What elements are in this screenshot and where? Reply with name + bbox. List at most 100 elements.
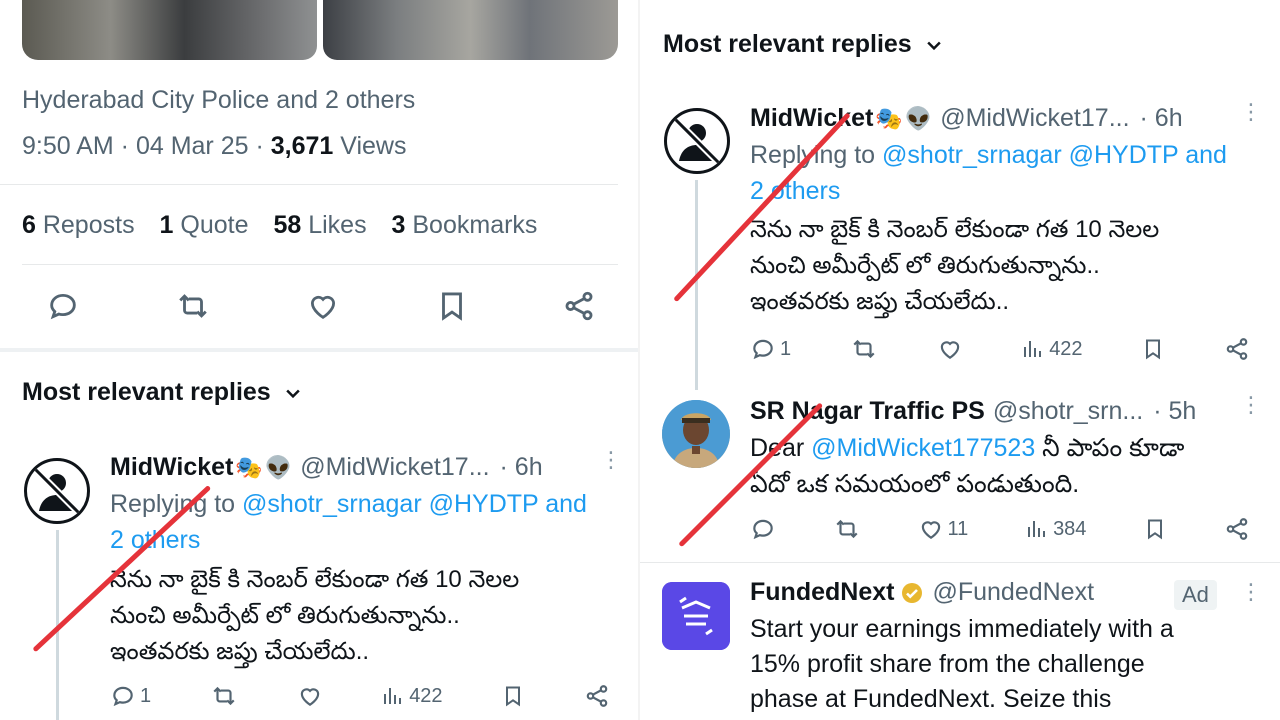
quote-stat[interactable]: 1 Quote: [160, 211, 249, 239]
fundednext-logo-icon: [662, 582, 730, 650]
views-button[interactable]: 422: [381, 684, 443, 708]
author-name[interactable]: MidWicket: [750, 104, 873, 133]
reply-button[interactable]: [46, 289, 80, 323]
masks-emoji-icon: 🎭: [875, 106, 903, 131]
bookmark-button[interactable]: [1141, 336, 1165, 362]
alien-emoji-icon: 👽: [904, 106, 933, 131]
tweet-media-row: [22, 0, 618, 60]
heart-icon: [921, 521, 940, 539]
heart-icon: [300, 688, 319, 706]
reply-button[interactable]: 1: [110, 683, 151, 709]
police-officer-avatar-icon: [662, 400, 730, 468]
bookmark-icon: [506, 686, 521, 707]
reply-header: MidWicket 🎭 👽 @MidWicket17... · 6h: [750, 104, 1183, 133]
more-options-icon[interactable]: ⋮: [1240, 394, 1262, 416]
repost-button[interactable]: [850, 336, 878, 362]
reply-icon: [113, 686, 133, 707]
like-button[interactable]: [937, 336, 963, 362]
tweet-timestamp: 9:50 AM · 04 Mar 25 · 3,671 Views: [22, 132, 406, 161]
avatar[interactable]: [662, 400, 730, 468]
reply-button[interactable]: [750, 516, 776, 542]
heart-icon: [940, 341, 959, 359]
reply-count: 1: [780, 337, 792, 360]
mention-link[interactable]: @MidWicket177523: [811, 434, 1035, 462]
author-handle[interactable]: @FundedNext: [932, 578, 1094, 607]
views-button[interactable]: 384: [1025, 517, 1086, 541]
views-button[interactable]: 422: [1021, 337, 1083, 361]
bookmark-button[interactable]: [435, 288, 469, 324]
avatar[interactable]: [662, 582, 730, 650]
tweet-image-2[interactable]: [323, 0, 618, 60]
divider: [0, 184, 618, 185]
section-divider: [0, 348, 640, 352]
reply-text: నెను నా బైక్ కి నెంబర్ లేకుండా గత 10 నెల…: [110, 562, 630, 670]
quote-label: Quote: [173, 211, 249, 239]
quote-count: 1: [159, 211, 174, 239]
replying-to-mentions[interactable]: @shotr_srnagar @HYDTP and: [242, 490, 587, 518]
no-person-avatar-icon: [32, 466, 82, 516]
tweet-time: 9:50 AM · 04 Mar 25 ·: [22, 132, 271, 160]
author-name[interactable]: SR Nagar Traffic PS: [750, 397, 985, 426]
analytics-icon: [1024, 341, 1042, 357]
share-icon: [1226, 338, 1248, 360]
likes-count: 11: [947, 517, 969, 540]
reply-action-bar: 11 384: [750, 516, 1250, 542]
reply-text-line: నుంచి అమీర్పేట్ లో తిరుగుతున్నాను..: [750, 252, 1100, 279]
chevron-down-icon: [286, 389, 300, 398]
likes-stat[interactable]: 58 Likes: [273, 211, 366, 239]
share-button[interactable]: [584, 683, 610, 709]
share-button[interactable]: [1224, 336, 1250, 362]
share-button[interactable]: [1224, 516, 1250, 542]
tweet-image-1[interactable]: [22, 0, 317, 60]
like-button[interactable]: 11: [918, 516, 969, 542]
bookmark-button[interactable]: [501, 683, 525, 709]
reply-text-line: Dear @MidWicket177523 నీ పాపం కూడా: [750, 430, 1270, 466]
bookmarks-stat[interactable]: 3 Bookmarks: [392, 211, 538, 239]
thread-line: [695, 180, 698, 390]
author-handle[interactable]: @MidWicket17...: [940, 104, 1129, 133]
avatar[interactable]: [24, 458, 90, 524]
bookmarks-count: 3: [391, 211, 406, 239]
more-options-icon[interactable]: ⋮: [1240, 581, 1262, 603]
repost-button[interactable]: [833, 516, 861, 542]
repost-button[interactable]: [174, 289, 212, 323]
author-handle[interactable]: @MidWicket17...: [300, 453, 489, 482]
reply-action-bar: 1 422: [110, 683, 610, 709]
reply-text-line: నుంచి అమీర్పేట్ లో తిరుగుతున్నాను..: [110, 602, 460, 629]
replies-sort-dropdown[interactable]: Most relevant replies: [22, 378, 303, 407]
tweet-action-bar: [46, 288, 596, 324]
reply-text: Dear @MidWicket177523 నీ పాపం కూడా ఏదో ఒ…: [750, 430, 1270, 502]
reply-icon: [753, 339, 773, 360]
likes-label: Likes: [301, 211, 367, 239]
author-handle[interactable]: @shotr_srn...: [993, 397, 1143, 426]
reply-header: MidWicket 🎭 👽 @MidWicket17... · 6h: [110, 453, 543, 482]
avatar[interactable]: [664, 108, 730, 174]
views-count: 422: [1049, 337, 1083, 360]
author-name[interactable]: FundedNext: [750, 578, 894, 607]
ad-text-line: Start your earnings immediately with a: [750, 615, 1174, 643]
like-button[interactable]: [305, 289, 341, 323]
like-button[interactable]: [297, 683, 323, 709]
ad-text-line: 15% profit share from the challenge: [750, 650, 1145, 678]
repost-button[interactable]: [210, 683, 238, 709]
reply-icon: [50, 293, 76, 320]
share-button[interactable]: [562, 289, 596, 323]
reply-button[interactable]: 1: [750, 336, 791, 362]
bookmark-button[interactable]: [1143, 516, 1167, 542]
reply-text-line: ఇంతవరకు జప్తు చేయలేదు..: [110, 638, 370, 665]
more-options-icon[interactable]: ⋮: [600, 449, 622, 471]
replying-to-mentions[interactable]: @shotr_srnagar @HYDTP and: [882, 141, 1227, 169]
replies-sort-dropdown[interactable]: Most relevant replies: [663, 30, 944, 59]
more-options-icon[interactable]: ⋮: [1240, 101, 1262, 123]
repost-icon: [178, 294, 207, 318]
right-screenshot-panel: Most relevant replies MidWicket 🎭 👽 @Mid…: [640, 0, 1280, 720]
views-count: 384: [1053, 517, 1087, 540]
reposts-stat[interactable]: 6 Reposts: [22, 211, 135, 239]
author-name[interactable]: MidWicket: [110, 453, 233, 482]
analytics-icon: [384, 688, 402, 704]
likes-count: 58: [273, 211, 302, 239]
tagged-accounts[interactable]: Hyderabad City Police and 2 others: [22, 86, 415, 115]
replying-to: Replying to @shotr_srnagar @HYDTP and 2 …: [110, 486, 630, 558]
reply-text-line: నెను నా బైక్ కి నెంబర్ లేకుండా గత 10 నెల…: [110, 566, 520, 593]
reply-text-line: నెను నా బైక్ కి నెంబర్ లేకుండా గత 10 నెల…: [750, 216, 1160, 243]
